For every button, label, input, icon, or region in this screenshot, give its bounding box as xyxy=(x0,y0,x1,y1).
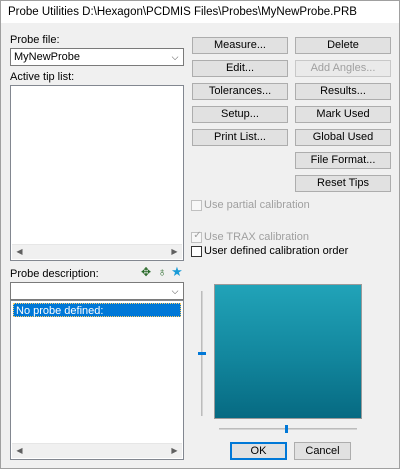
add-component-icon[interactable]: ✥ xyxy=(139,265,153,279)
trax-calibration-checkbox[interactable]: ✓ xyxy=(191,230,202,243)
horizontal-slider-thumb[interactable] xyxy=(285,425,288,433)
scroll-right-icon[interactable]: ▶ xyxy=(167,245,182,259)
global-used-button[interactable]: Global Used xyxy=(295,129,391,146)
scroll-left-icon[interactable]: ◀ xyxy=(12,444,27,458)
scroll-right-icon[interactable]: ▶ xyxy=(167,444,182,458)
trax-calibration-label: Use TRAX calibration xyxy=(204,231,309,243)
chevron-down-icon[interactable]: ⌵ xyxy=(170,49,180,65)
scroll-left-icon[interactable]: ◀ xyxy=(12,245,27,259)
results-button[interactable]: Results... xyxy=(295,83,391,100)
probe-components-listbox[interactable]: No probe defined: ◀ ▶ xyxy=(10,300,184,460)
active-tip-list-label: Active tip list: xyxy=(10,71,75,83)
setup-button[interactable]: Setup... xyxy=(192,106,288,123)
edit-button[interactable]: Edit... xyxy=(192,60,288,77)
ok-button[interactable]: OK xyxy=(230,442,287,460)
probe-file-combo[interactable]: MyNewProbe ⌵ xyxy=(10,48,184,66)
print-list-button[interactable]: Print List... xyxy=(192,129,288,146)
probe-file-value: MyNewProbe xyxy=(14,51,81,63)
vertical-slider-thumb[interactable] xyxy=(198,352,206,355)
checkmark-icon: ✓ xyxy=(193,230,202,241)
active-tip-listbox[interactable]: ◀ ▶ xyxy=(10,85,184,261)
probe-file-label: Probe file: xyxy=(10,34,60,46)
horizontal-slider-track[interactable] xyxy=(219,428,357,430)
probe-preview-view[interactable] xyxy=(214,284,362,419)
chevron-down-icon[interactable]: ⌵ xyxy=(170,283,180,299)
partial-calibration-checkbox[interactable] xyxy=(191,200,202,211)
measure-button[interactable]: Measure... xyxy=(192,37,288,54)
user-order-checkbox[interactable] xyxy=(191,246,202,257)
probe-description-combo[interactable]: ⌵ xyxy=(10,282,184,300)
horizontal-scrollbar[interactable]: ◀ ▶ xyxy=(12,443,182,458)
delete-button[interactable]: Delete xyxy=(295,37,391,54)
cancel-button[interactable]: Cancel xyxy=(294,442,351,460)
probe-config-icon[interactable]: ♁ xyxy=(155,265,169,279)
file-format-button[interactable]: File Format... xyxy=(295,152,391,169)
window-title: Probe Utilities D:\Hexagon\PCDMIS Files\… xyxy=(1,1,399,23)
list-item[interactable]: No probe defined: xyxy=(13,303,181,317)
partial-calibration-label: Use partial calibration xyxy=(204,199,310,211)
star-icon[interactable]: ★ xyxy=(170,265,184,279)
mark-used-button[interactable]: Mark Used xyxy=(295,106,391,123)
probe-description-label: Probe description: xyxy=(10,268,99,280)
horizontal-scrollbar[interactable]: ◀ ▶ xyxy=(12,244,182,259)
reset-tips-button[interactable]: Reset Tips xyxy=(295,175,391,192)
add-angles-button[interactable]: Add Angles... xyxy=(295,60,391,77)
tolerances-button[interactable]: Tolerances... xyxy=(192,83,288,100)
probe-utilities-dialog: Probe Utilities D:\Hexagon\PCDMIS Files\… xyxy=(0,0,400,469)
user-order-label: User defined calibration order xyxy=(204,245,349,257)
